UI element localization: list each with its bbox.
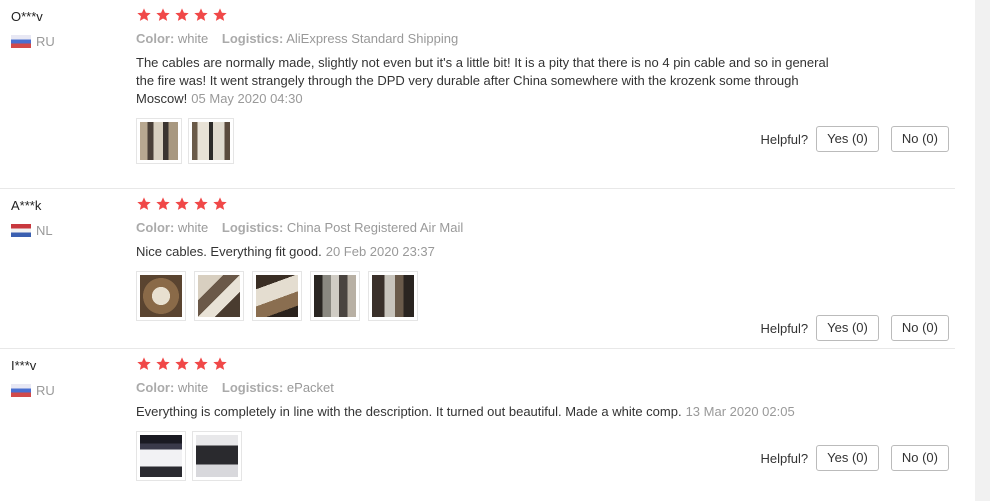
logistics-label: Logistics:	[221, 380, 284, 395]
helpful-yes-button[interactable]: Yes (0)	[816, 126, 879, 152]
star-icon	[155, 196, 173, 214]
reviewer-name: O***v	[11, 9, 43, 24]
vertical-scrollbar[interactable]	[975, 0, 990, 501]
review-meta: Color: white Logistics: ePacket	[136, 380, 836, 395]
color-value: white	[177, 31, 209, 46]
star-icon	[174, 7, 192, 25]
review-item: O***v RU Color: white Logistics: AliExpr…	[0, 0, 955, 189]
review-body: Everything is completely in line with th…	[136, 404, 682, 419]
helpful-label: Helpful?	[760, 450, 809, 466]
helpful-controls: Helpful? Yes (0) No (0)	[760, 315, 949, 341]
review-photo-thumbnail[interactable]	[194, 271, 244, 321]
star-icon	[193, 356, 211, 374]
logistics-value: AliExpress Standard Shipping	[286, 31, 459, 46]
star-rating	[136, 7, 836, 25]
star-icon	[155, 356, 173, 374]
reviewer-country: RU	[11, 34, 55, 49]
country-code: RU	[36, 34, 55, 49]
review-text: Nice cables. Everything fit good. 20 Feb …	[136, 243, 836, 261]
logistics-label: Logistics:	[221, 220, 284, 235]
review-date: 13 Mar 2020 02:05	[685, 404, 795, 419]
review-photo-thumbnail[interactable]	[188, 118, 234, 164]
review-body: Nice cables. Everything fit good.	[136, 244, 322, 259]
review-photos	[136, 271, 836, 321]
star-icon	[212, 196, 230, 214]
color-label: Color:	[136, 220, 175, 235]
review-text: Everything is completely in line with th…	[136, 403, 836, 421]
star-icon	[212, 7, 230, 25]
review-photo-thumbnail[interactable]	[136, 118, 182, 164]
star-rating	[136, 196, 836, 214]
logistics-value: ePacket	[286, 380, 334, 395]
helpful-no-button[interactable]: No (0)	[890, 445, 949, 471]
star-icon	[193, 196, 211, 214]
helpful-yes-button[interactable]: Yes (0)	[816, 315, 879, 341]
review-photo-thumbnail[interactable]	[368, 271, 418, 321]
review-photos	[136, 431, 836, 481]
review-meta: Color: white Logistics: China Post Regis…	[136, 220, 836, 235]
review-photo-thumbnail[interactable]	[136, 271, 186, 321]
country-code: NL	[36, 223, 53, 238]
star-icon	[174, 356, 192, 374]
helpful-controls: Helpful? Yes (0) No (0)	[760, 126, 949, 152]
review-photo-thumbnail[interactable]	[136, 431, 186, 481]
reviewer-country: RU	[11, 383, 55, 398]
flag-ru-icon	[11, 384, 31, 397]
color-label: Color:	[136, 380, 175, 395]
reviewer-country: NL	[11, 223, 53, 238]
review-photo-thumbnail[interactable]	[310, 271, 360, 321]
star-icon	[136, 7, 154, 25]
star-icon	[136, 196, 154, 214]
review-content: Color: white Logistics: AliExpress Stand…	[136, 7, 836, 164]
helpful-label: Helpful?	[760, 131, 809, 147]
review-item: A***k NL Color: white Logistics: China P…	[0, 189, 955, 349]
review-content: Color: white Logistics: China Post Regis…	[136, 196, 836, 321]
color-value: white	[177, 220, 209, 235]
star-icon	[212, 356, 230, 374]
helpful-no-button[interactable]: No (0)	[890, 315, 949, 341]
review-text: The cables are normally made, slightly n…	[136, 54, 836, 108]
star-icon	[155, 7, 173, 25]
review-photo-thumbnail[interactable]	[192, 431, 242, 481]
helpful-no-button[interactable]: No (0)	[890, 126, 949, 152]
review-content: Color: white Logistics: ePacket Everythi…	[136, 356, 836, 481]
reviewer-name: I***v	[11, 358, 37, 373]
review-list: O***v RU Color: white Logistics: AliExpr…	[0, 0, 955, 501]
star-icon	[193, 7, 211, 25]
helpful-controls: Helpful? Yes (0) No (0)	[760, 445, 949, 471]
review-meta: Color: white Logistics: AliExpress Stand…	[136, 31, 836, 46]
flag-nl-icon	[11, 224, 31, 237]
review-item: I***v RU Color: white Logistics: ePacket…	[0, 349, 955, 501]
star-rating	[136, 356, 836, 374]
star-icon	[136, 356, 154, 374]
helpful-yes-button[interactable]: Yes (0)	[816, 445, 879, 471]
color-label: Color:	[136, 31, 175, 46]
flag-ru-icon	[11, 35, 31, 48]
logistics-label: Logistics:	[221, 31, 284, 46]
star-icon	[174, 196, 192, 214]
review-date: 20 Feb 2020 23:37	[325, 244, 435, 259]
reviewer-name: A***k	[11, 198, 42, 213]
logistics-value: China Post Registered Air Mail	[286, 220, 464, 235]
country-code: RU	[36, 383, 55, 398]
review-photos	[136, 118, 836, 164]
helpful-label: Helpful?	[760, 320, 809, 336]
color-value: white	[177, 380, 209, 395]
review-photo-thumbnail[interactable]	[252, 271, 302, 321]
review-date: 05 May 2020 04:30	[191, 91, 303, 106]
